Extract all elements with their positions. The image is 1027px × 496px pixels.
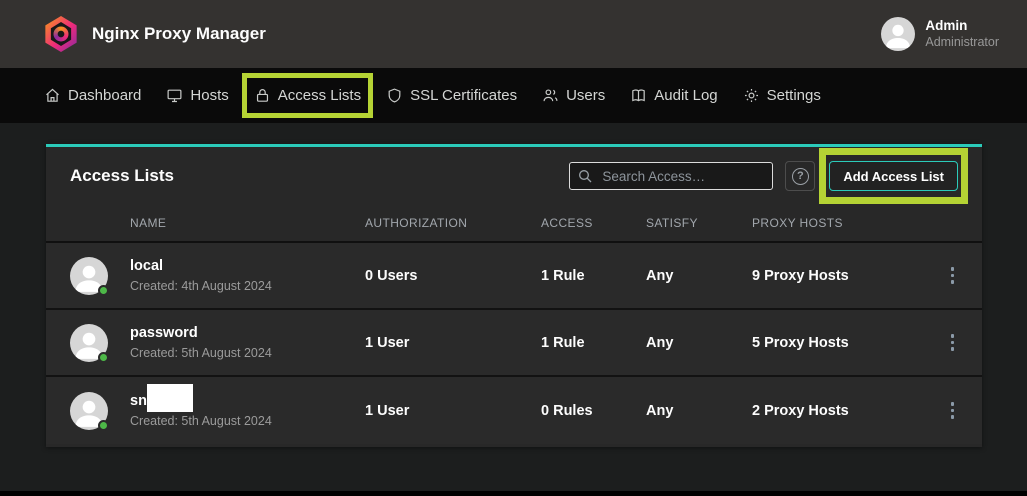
nav-item-access-lists[interactable]: Access Lists xyxy=(254,87,361,104)
satisfy-value: Any xyxy=(646,335,752,351)
redaction-box xyxy=(147,384,193,412)
nav-label: Hosts xyxy=(190,87,228,104)
gear-icon xyxy=(743,87,760,104)
app-header: Nginx Proxy Manager Admin Administrator xyxy=(0,0,1027,68)
row-avatar xyxy=(70,324,108,362)
created-date: Created: 5th August 2024 xyxy=(130,412,365,430)
row-avatar xyxy=(70,392,108,430)
table-header-row: NAME AUTHORIZATION ACCESS SATISFY PROXY … xyxy=(46,205,982,243)
proxy-hosts-value: 9 Proxy Hosts xyxy=(752,268,922,284)
satisfy-value: Any xyxy=(646,268,752,284)
user-avatar[interactable] xyxy=(881,17,915,51)
column-header-access: ACCESS xyxy=(541,216,646,230)
lock-icon xyxy=(254,87,271,104)
panel-title: Access Lists xyxy=(70,166,174,186)
access-list-name: local xyxy=(130,256,365,277)
monitor-icon xyxy=(166,87,183,104)
authorization-value: 1 User xyxy=(365,335,541,351)
nav-item-users[interactable]: Users xyxy=(542,87,605,104)
nav-label: Access Lists xyxy=(278,87,361,104)
nav-item-dashboard[interactable]: Dashboard xyxy=(44,87,141,104)
proxy-hosts-value: 5 Proxy Hosts xyxy=(752,335,922,351)
nginx-proxy-manager-logo-icon xyxy=(44,16,78,52)
main-nav: Dashboard Hosts Access Lists SSL Certifi… xyxy=(0,68,1027,123)
row-actions-kebab-icon[interactable] xyxy=(947,330,959,355)
column-header-proxy-hosts: PROXY HOSTS xyxy=(752,216,922,230)
user-role: Administrator xyxy=(925,35,999,51)
nav-label: Dashboard xyxy=(68,87,141,104)
access-value: 1 Rule xyxy=(541,335,646,351)
column-header-satisfy: SATISFY xyxy=(646,216,752,230)
user-name: Admin xyxy=(925,18,999,35)
authorization-value: 0 Users xyxy=(365,268,541,284)
table-row[interactable]: sn Created: 5th August 2024 1 User 0 Rul… xyxy=(46,377,982,444)
add-access-list-button[interactable]: Add Access List xyxy=(829,161,958,191)
access-list-name: password xyxy=(130,323,365,344)
row-avatar xyxy=(70,257,108,295)
search-icon xyxy=(577,168,593,184)
users-icon xyxy=(542,87,559,104)
online-status-dot xyxy=(98,352,109,363)
column-header-authorization: AUTHORIZATION xyxy=(365,216,541,230)
row-actions-kebab-icon[interactable] xyxy=(947,398,959,423)
authorization-value: 1 User xyxy=(365,403,541,419)
user-menu[interactable]: Admin Administrator xyxy=(881,17,999,51)
access-value: 0 Rules xyxy=(541,403,646,419)
table-row[interactable]: local Created: 4th August 2024 0 Users 1… xyxy=(46,243,982,310)
proxy-hosts-value: 2 Proxy Hosts xyxy=(752,403,922,419)
nav-item-audit-log[interactable]: Audit Log xyxy=(630,87,717,104)
nav-label: Users xyxy=(566,87,605,104)
bottom-edge-strip xyxy=(0,491,1027,496)
online-status-dot xyxy=(98,285,109,296)
shield-icon xyxy=(386,87,403,104)
row-actions-kebab-icon[interactable] xyxy=(947,263,959,288)
nav-label: Audit Log xyxy=(654,87,717,104)
created-date: Created: 4th August 2024 xyxy=(130,277,365,295)
nav-label: Settings xyxy=(767,87,821,104)
panel-header: Access Lists ? Add Access List xyxy=(46,147,982,205)
access-value: 1 Rule xyxy=(541,268,646,284)
table-row[interactable]: password Created: 5th August 2024 1 User… xyxy=(46,310,982,377)
created-date: Created: 5th August 2024 xyxy=(130,344,365,362)
home-icon xyxy=(44,87,61,104)
help-icon: ? xyxy=(792,168,809,185)
nav-item-hosts[interactable]: Hosts xyxy=(166,87,228,104)
book-icon xyxy=(630,87,647,104)
online-status-dot xyxy=(98,420,109,431)
help-button[interactable]: ? xyxy=(785,161,815,191)
column-header-name: NAME xyxy=(130,216,365,230)
access-lists-panel: Access Lists ? Add Access List NAME AUTH… xyxy=(46,144,982,447)
nav-item-settings[interactable]: Settings xyxy=(743,87,821,104)
nav-item-ssl-certificates[interactable]: SSL Certificates xyxy=(386,87,517,104)
search-box xyxy=(569,162,773,190)
nav-label: SSL Certificates xyxy=(410,87,517,104)
person-icon xyxy=(881,17,915,51)
satisfy-value: Any xyxy=(646,403,752,419)
app-title: Nginx Proxy Manager xyxy=(92,24,266,44)
search-input[interactable] xyxy=(569,162,773,190)
